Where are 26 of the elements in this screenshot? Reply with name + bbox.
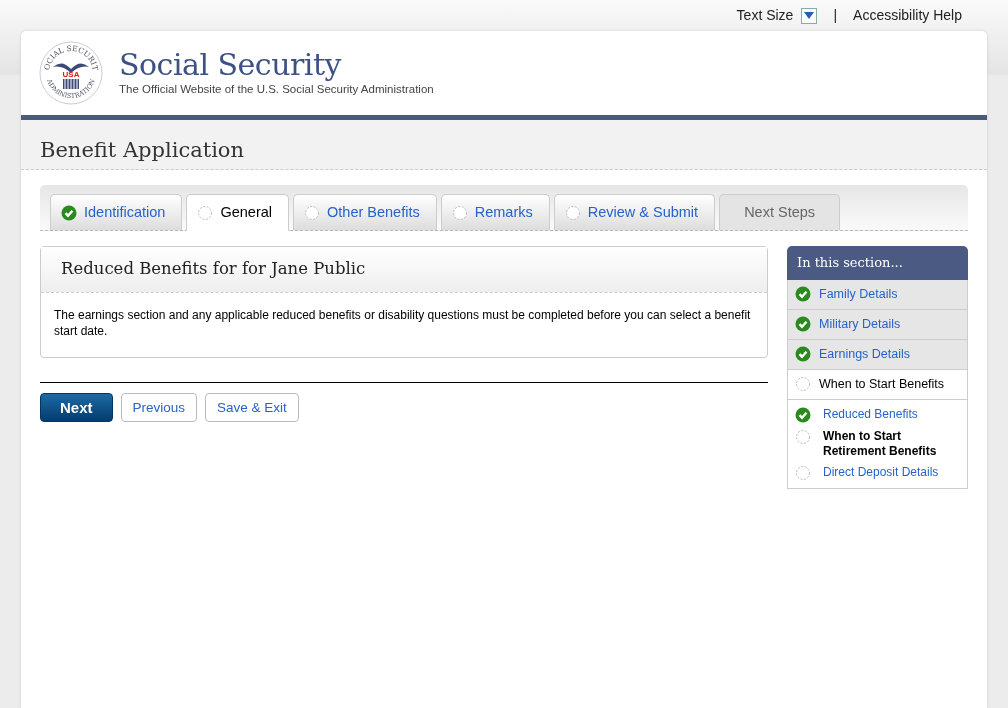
sidebar-title: In this section... <box>787 246 968 280</box>
sub-item[interactable]: When to Start Retirement Benefits <box>795 425 960 462</box>
site-title: Social Security <box>119 47 343 81</box>
caret-icon <box>804 12 815 19</box>
sidebar-item[interactable]: Earnings Details <box>787 339 968 370</box>
sub-item[interactable]: Direct Deposit Details <box>795 461 960 484</box>
dropdown-button[interactable] <box>801 7 818 24</box>
panel-title: Reduced Benefits for for Jane Public <box>41 247 767 293</box>
tab[interactable]: Identification <box>50 194 183 230</box>
separator: | <box>833 6 838 25</box>
page-title: Benefit Application <box>21 120 987 170</box>
tab[interactable]: Review & Submit <box>553 194 716 230</box>
site-subtitle: The Official Website of the U.S. Social Security Administration <box>119 81 434 97</box>
tab[interactable]: General <box>186 194 289 231</box>
text-size-link[interactable]: Text Size <box>736 5 794 26</box>
panel-text: The earnings section and any applicable reduced benefits or disability questions must be completed before you can select a benefit start date. <box>53 306 752 340</box>
accessibility-help-link[interactable]: Accessibility Help <box>853 5 962 26</box>
tab[interactable]: Remarks <box>440 194 550 230</box>
next-button[interactable]: Next <box>40 392 113 422</box>
sidebar-item[interactable]: Family Details <box>787 279 968 310</box>
nav-button[interactable]: Save & Exit <box>205 392 299 422</box>
sidebar-item[interactable]: When to Start Benefits <box>787 369 968 400</box>
nav-button[interactable]: Previous <box>120 392 198 422</box>
sub-item[interactable]: Reduced Benefits <box>795 403 960 426</box>
tab[interactable]: Other Benefits <box>293 194 437 230</box>
sidebar-item[interactable]: Military Details <box>787 309 968 340</box>
